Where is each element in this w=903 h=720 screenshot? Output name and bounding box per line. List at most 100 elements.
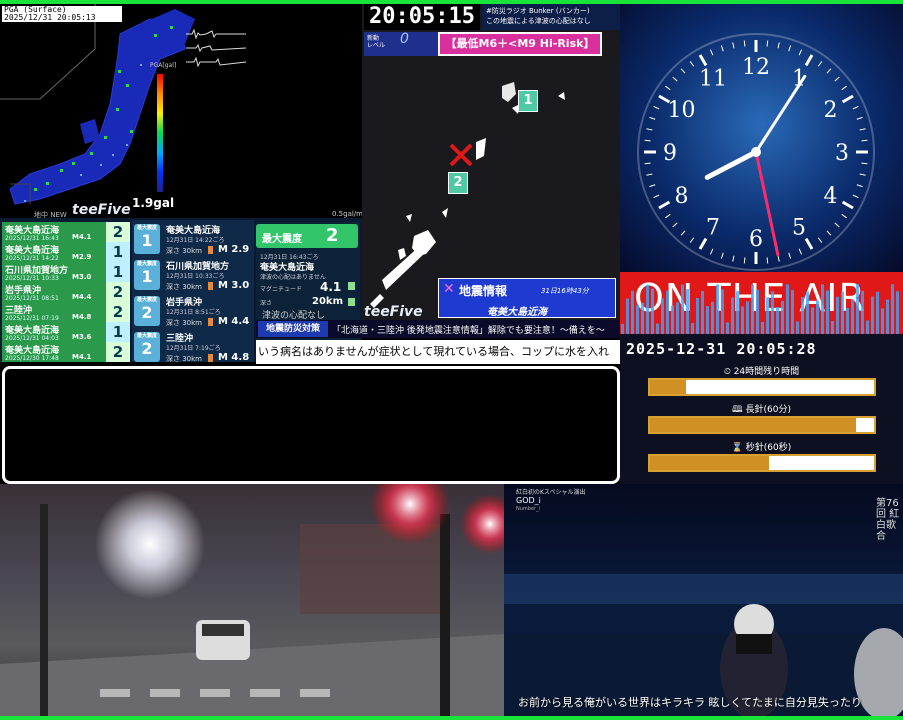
card-intensity-badge: 最大震度 2 bbox=[134, 296, 160, 326]
audio-visualizer bbox=[621, 284, 899, 334]
row-intensity: 1 bbox=[106, 242, 130, 263]
card-intensity: 1 bbox=[141, 267, 153, 286]
row-date: 2025/12/30 17:48 bbox=[5, 355, 59, 362]
visualizer-bar bbox=[726, 322, 729, 334]
detail-mag-label: マグニチュード bbox=[260, 286, 303, 293]
stage-caption-1: 紅白初のKスペシャル演出 bbox=[516, 489, 586, 496]
clock-tick bbox=[826, 68, 832, 74]
clock-tick bbox=[646, 173, 653, 176]
stage-caption-2: GOD_i bbox=[516, 496, 541, 505]
clock-number: 8 bbox=[675, 184, 689, 209]
analog-clock: 12 1234567891011 bbox=[637, 33, 875, 271]
row-magnitude: M4.1 bbox=[72, 233, 92, 241]
pga-legend-bar bbox=[157, 74, 163, 192]
earthquake-card: 最大震度 2 三陸沖 12月31日 7:19ごろ 深さ 30km M 4.8 bbox=[132, 328, 254, 362]
visualizer-bar bbox=[881, 308, 884, 334]
visualizer-bar bbox=[676, 302, 679, 334]
map-marker-1: 1 bbox=[518, 90, 538, 112]
row-intensity: 2 bbox=[106, 302, 130, 323]
earthquake-card: 最大震度 2 岩手県沖 12月31日 8:51ごろ 深さ 30km M 4.4 bbox=[132, 292, 254, 330]
visualizer-bar bbox=[691, 322, 694, 334]
visualizer-bar bbox=[696, 297, 699, 334]
progress-second bbox=[648, 454, 876, 472]
earthquake-row: 石川県加賀地方 2025/12/31 10:33 M3.0 1 bbox=[2, 262, 130, 284]
visualizer-bar bbox=[846, 307, 849, 334]
hour-hand bbox=[704, 149, 759, 180]
clock-tick bbox=[861, 139, 868, 142]
card-magnitude: M 4.4 bbox=[218, 316, 250, 327]
row-intensity: 2 bbox=[106, 222, 130, 243]
stage-caption-3: Number_i bbox=[516, 506, 540, 512]
visualizer-bar bbox=[781, 300, 784, 334]
tsunami-logo: teeFive bbox=[364, 304, 423, 320]
visualizer-bar bbox=[746, 301, 749, 334]
pga-header: PGA (Surface) 2025/12/31 20:05:13 bbox=[2, 6, 122, 22]
earthquake-row: 三陸沖 2025/12/31 07:19 M4.8 2 bbox=[2, 302, 130, 324]
ticker-headline: 「北海道・三陸沖 後発地震注意情報」解除でも要注意！～備えを～ bbox=[332, 326, 605, 336]
visualizer-bar bbox=[831, 320, 834, 334]
max-intensity-value: 2 bbox=[326, 225, 339, 246]
clock-tick bbox=[841, 200, 854, 210]
earthquake-row: 奄美大島近海 2025/12/31 04:03 M3.6 1 bbox=[2, 322, 130, 344]
visualizer-bar bbox=[631, 290, 634, 334]
row-magnitude: M4.8 bbox=[72, 313, 92, 321]
visualizer-bar bbox=[836, 296, 839, 334]
visualizer-bar bbox=[656, 323, 659, 334]
analog-clock-panel: 12 1 2 3 4 5 6 7 8 9 10 11 bbox=[620, 4, 903, 272]
clock-number: 9 bbox=[663, 141, 677, 166]
japan-map bbox=[0, 4, 195, 205]
visualizer-bar bbox=[811, 307, 814, 334]
card-badge-label: 最大震度 bbox=[136, 225, 157, 231]
status-datetime: 2025-12-31 20:05:28 bbox=[626, 340, 817, 358]
visualizer-bar bbox=[636, 305, 639, 334]
card-intensity-badge: 最大震度 1 bbox=[134, 224, 160, 254]
clock-tick bbox=[653, 194, 660, 199]
epicenter-icon bbox=[449, 143, 473, 167]
risk-banner: 【最低M6＋<M9 Hi-Risk】 bbox=[438, 32, 602, 56]
earthquake-card: 最大震度 1 奄美大島近海 12月31日 14:22ごろ 深さ 30km M 2.9 bbox=[132, 220, 254, 258]
earthquake-row: 奄美大島近海 2025/12/31 16:43 M4.1 2 bbox=[2, 222, 130, 244]
scroll-ticker: いう病名はありませんが症状として現れている場合、コップに水を入れ bbox=[256, 340, 620, 364]
clock-tick bbox=[665, 85, 671, 91]
visualizer-bar bbox=[621, 324, 624, 334]
visualizer-bar bbox=[641, 302, 644, 334]
visualizer-bar bbox=[886, 299, 889, 334]
visualizer-bar bbox=[736, 291, 739, 334]
visualizer-bar bbox=[876, 291, 879, 334]
card-date: 12月31日 10:33ごろ bbox=[166, 273, 225, 280]
clock-tick bbox=[834, 222, 840, 228]
visualizer-bar bbox=[816, 300, 819, 334]
clock-tick bbox=[841, 94, 854, 104]
clock-tick bbox=[834, 76, 840, 82]
clock-tick bbox=[743, 257, 746, 264]
clock-tick bbox=[798, 49, 803, 56]
card-depth-bar bbox=[208, 246, 213, 254]
visualizer-bar bbox=[826, 290, 829, 334]
news-ticker: 地震防災対策 「北海道・三陸沖 後発地震注意情報」解除でも要注意！～備えを～ bbox=[256, 320, 620, 338]
clock-tick bbox=[826, 230, 832, 236]
clock-tick bbox=[859, 128, 866, 131]
clock-number: 12 bbox=[742, 55, 770, 80]
card-intensity-badge: 最大震度 1 bbox=[134, 260, 160, 290]
visualizer-bar bbox=[791, 290, 794, 334]
visualizer-bar bbox=[796, 321, 799, 334]
detail-tsunami-note: 津波の心配はありません bbox=[260, 274, 326, 281]
clock-tick bbox=[817, 61, 823, 67]
clock-tick bbox=[852, 105, 859, 110]
card-date: 12月31日 14:22ごろ bbox=[166, 237, 225, 244]
mag-square bbox=[348, 282, 355, 290]
clock-tick bbox=[680, 230, 686, 236]
bunker-message: この地震による津波の心配はなし bbox=[486, 17, 591, 25]
clock-tick bbox=[649, 184, 656, 188]
visualizer-bar bbox=[681, 284, 684, 334]
clock-tick bbox=[852, 194, 859, 199]
visualizer-bar bbox=[866, 320, 869, 334]
card-depth-bar bbox=[208, 282, 213, 290]
visualizer-bar bbox=[861, 290, 864, 334]
clock-tick bbox=[861, 162, 868, 165]
card-depth: 深さ 30km bbox=[166, 247, 203, 255]
pga-scale: 0.5gal/max bbox=[332, 210, 362, 218]
clock-tick bbox=[672, 76, 678, 82]
visualizer-bar bbox=[671, 305, 674, 334]
card-badge-label: 最大震度 bbox=[136, 261, 157, 267]
